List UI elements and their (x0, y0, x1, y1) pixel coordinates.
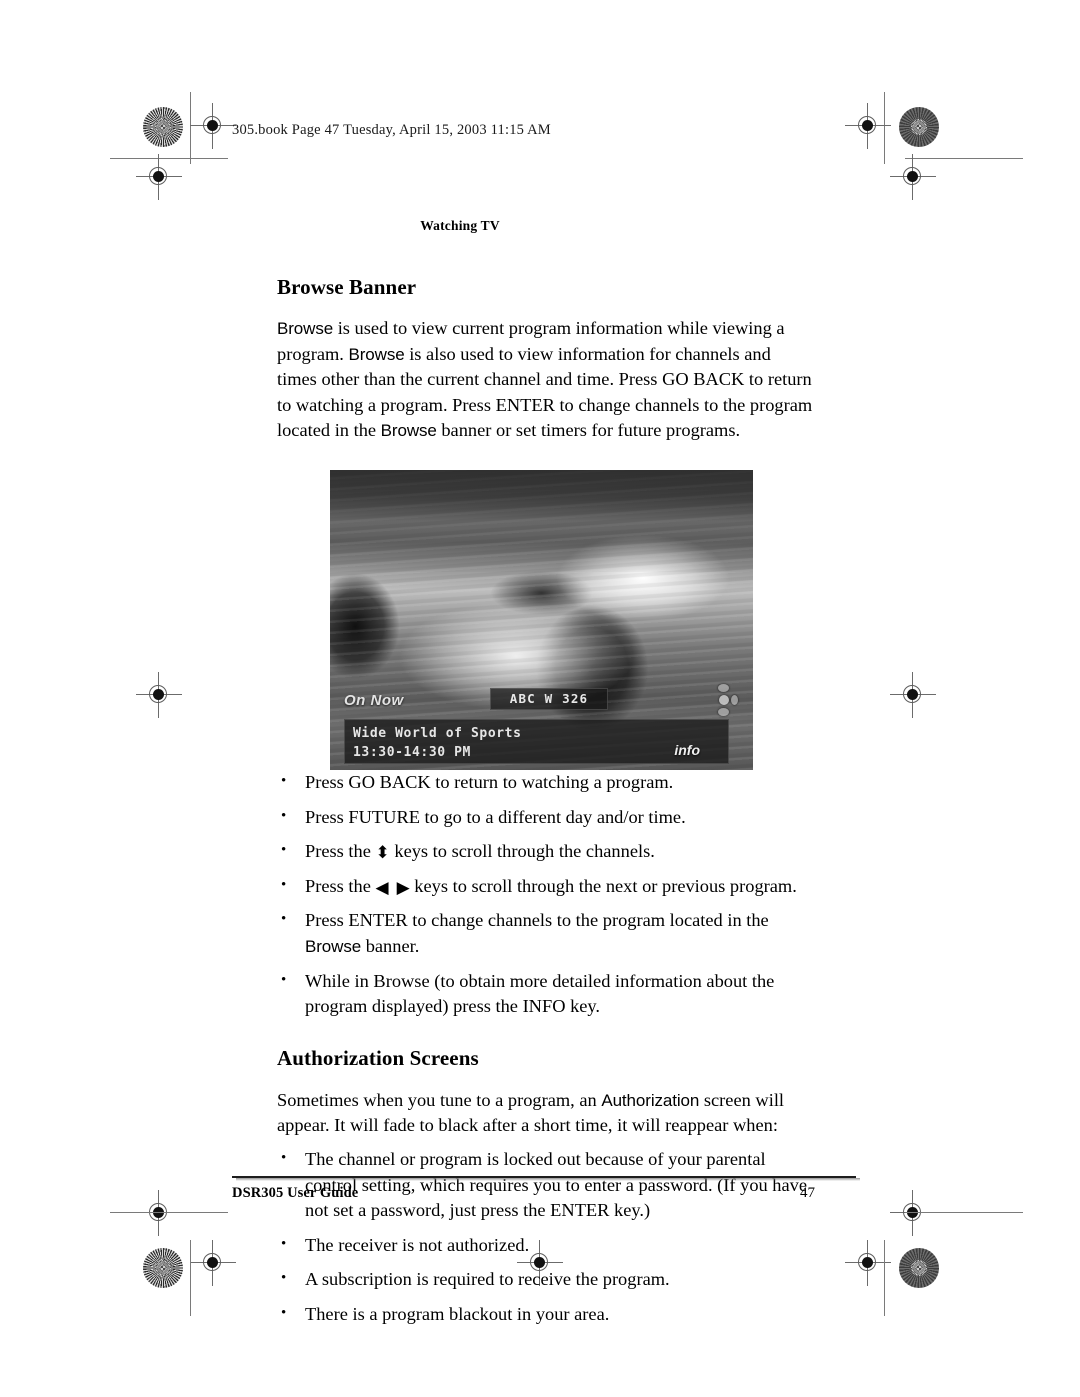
dpad-down-icon (718, 707, 729, 716)
program-title: Wide World of Sports (353, 725, 522, 741)
bullet-5-post: banner. (361, 935, 420, 956)
list-item: There is a program blackout in your area… (277, 1301, 813, 1328)
channel-box: ABC W 326 (490, 687, 608, 710)
rosette-target-top-left (143, 107, 183, 147)
ui-term-authorization: Authorization (601, 1090, 700, 1110)
program-info-box: Wide World of Sports 13:30-14:30 PM info (344, 718, 729, 764)
rosette-target-bottom-left (143, 1248, 183, 1288)
browse-intro-paragraph: Browse is used to view current program i… (277, 316, 813, 444)
list-item: Press FUTURE to go to a different day an… (277, 804, 813, 831)
trim-line-vertical-bottom-right (884, 1240, 885, 1316)
right-arrow-icon: ▶ (396, 877, 410, 898)
on-now-label: On Now (344, 691, 404, 709)
program-time: 13:30-14:30 PM (353, 744, 471, 760)
trim-line-horizontal-bottomleft (110, 1212, 228, 1213)
browse-text-3: banner or set timers for future programs… (436, 420, 741, 441)
list-item: A subscription is required to receive th… (277, 1266, 813, 1293)
bullet-5-pre: Press ENTER to change channels to the pr… (305, 910, 769, 931)
book-file-header: 305.book Page 47 Tuesday, April 15, 2003… (232, 122, 551, 138)
auth-text-1: Sometimes when you tune to a program, an (277, 1089, 602, 1110)
running-head: Watching TV (420, 218, 500, 233)
list-item: Press GO BACK to return to watching a pr… (277, 769, 813, 796)
dpad-icon (711, 683, 738, 716)
channel-label: ABC W 326 (509, 691, 589, 707)
trim-line-horizontal-topleft (110, 158, 228, 159)
list-item: The receiver is not authorized. (277, 1232, 813, 1259)
registration-mark-header-left (190, 103, 236, 149)
registration-mark-footer-left (190, 1240, 236, 1286)
left-arrow-icon: ◀ (375, 877, 397, 898)
rosette-target-bottom-right (899, 1248, 939, 1288)
footer-divider (232, 1176, 860, 1181)
trim-line-vertical-bottom-left (190, 1240, 191, 1316)
bullet-3-pre: Press the (305, 841, 371, 862)
list-item: Press the ◀▶ keys to scroll through the … (277, 873, 813, 900)
ui-term-browse-3: Browse (380, 421, 437, 441)
trim-line-horizontal-topright (905, 158, 1023, 159)
rosette-target-top-right (899, 107, 939, 147)
registration-mark-top-right (890, 154, 936, 200)
page-title: Browse Banner (277, 275, 417, 299)
trim-line-vertical-left (190, 92, 191, 164)
registration-mark-middle-left (136, 672, 182, 718)
registration-mark-footer-right (845, 1240, 891, 1286)
section-title-authorization-screens: Authorization Screens (277, 1045, 479, 1070)
ui-term-browse-1: Browse (277, 319, 334, 338)
up-down-arrow-icon: ⬍ (375, 843, 390, 864)
registration-mark-header-right (845, 103, 891, 149)
bullet-3-post: keys to scroll through the channels. (394, 841, 655, 862)
bullet-4-post: keys to scroll through the next or previ… (414, 875, 797, 896)
trim-line-vertical-right (884, 92, 885, 164)
authorization-intro-paragraph: Sometimes when you tune to a program, an… (277, 1088, 813, 1139)
registration-mark-middle-right (890, 672, 936, 718)
trim-line-horizontal-bottomright (905, 1212, 1023, 1213)
page-number: 47 (800, 1185, 815, 1201)
browse-banner-overlay: On Now ABC W 326 Wide World of Sports 13… (330, 682, 753, 770)
ui-term-browse-4: Browse (305, 936, 362, 956)
list-item: While in Browse (to obtain more detailed… (277, 968, 813, 1020)
authorization-bullet-list: The channel or program is locked out bec… (277, 1146, 813, 1328)
dpad-right-icon (731, 694, 738, 705)
registration-mark-top-left (136, 154, 182, 200)
figure-browse-banner-screenshot: On Now ABC W 326 Wide World of Sports 13… (330, 469, 753, 770)
footer-guide-name: DSR305 User Guide (232, 1185, 359, 1201)
registration-mark-bottom-right (890, 1190, 936, 1236)
dpad-center-icon (719, 694, 729, 705)
registration-mark-bottom-left (136, 1190, 182, 1236)
info-label: info (674, 741, 700, 758)
bullet-4-pre: Press the (305, 875, 371, 896)
dpad-up-icon (718, 683, 729, 692)
list-item: Press ENTER to change channels to the pr… (277, 907, 813, 959)
list-item: Press the ⬍ keys to scroll through the c… (277, 838, 813, 865)
ui-term-browse-2: Browse (348, 344, 405, 364)
browse-bullet-list: Press GO BACK to return to watching a pr… (277, 769, 813, 1020)
